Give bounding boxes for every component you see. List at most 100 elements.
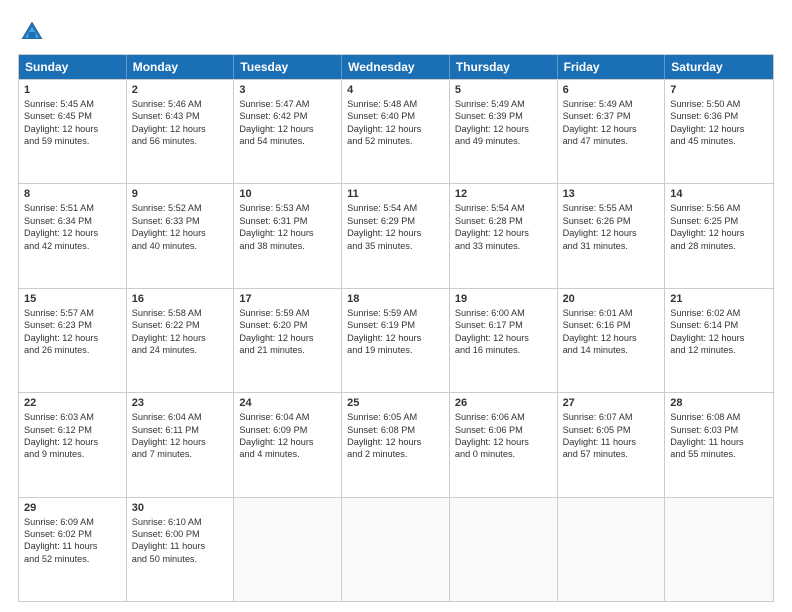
day-info: Sunrise: 5:53 AMSunset: 6:31 PMDaylight:… (239, 202, 336, 252)
day-info: Sunrise: 6:04 AMSunset: 6:11 PMDaylight:… (132, 411, 229, 461)
day-number: 5 (455, 84, 552, 96)
day-number: 17 (239, 293, 336, 305)
logo-icon (18, 18, 46, 46)
day-number: 8 (24, 188, 121, 200)
day-number: 16 (132, 293, 229, 305)
day-info: Sunrise: 6:03 AMSunset: 6:12 PMDaylight:… (24, 411, 121, 461)
day-cell-24: 24 Sunrise: 6:04 AMSunset: 6:09 PMDayligh… (234, 393, 342, 496)
day-info: Sunrise: 5:57 AMSunset: 6:23 PMDaylight:… (24, 307, 121, 357)
day-info: Sunrise: 5:58 AMSunset: 6:22 PMDaylight:… (132, 307, 229, 357)
day-info: Sunrise: 6:05 AMSunset: 6:08 PMDaylight:… (347, 411, 444, 461)
empty-cell (558, 498, 666, 601)
calendar-week-4: 22 Sunrise: 6:03 AMSunset: 6:12 PMDayligh… (19, 392, 773, 496)
day-number: 18 (347, 293, 444, 305)
calendar-week-5: 29 Sunrise: 6:09 AMSunset: 6:02 PMDayligh… (19, 497, 773, 601)
day-cell-19: 19 Sunrise: 6:00 AMSunset: 6:17 PMDayligh… (450, 289, 558, 392)
day-info: Sunrise: 6:08 AMSunset: 6:03 PMDaylight:… (670, 411, 768, 461)
calendar: SundayMondayTuesdayWednesdayThursdayFrid… (18, 54, 774, 602)
header-day-monday: Monday (127, 55, 235, 79)
day-cell-5: 5 Sunrise: 5:49 AMSunset: 6:39 PMDaylight… (450, 80, 558, 183)
day-info: Sunrise: 5:50 AMSunset: 6:36 PMDaylight:… (670, 98, 768, 148)
day-info: Sunrise: 5:55 AMSunset: 6:26 PMDaylight:… (563, 202, 660, 252)
header-day-thursday: Thursday (450, 55, 558, 79)
day-number: 19 (455, 293, 552, 305)
day-cell-3: 3 Sunrise: 5:47 AMSunset: 6:42 PMDaylight… (234, 80, 342, 183)
day-number: 1 (24, 84, 121, 96)
day-number: 25 (347, 397, 444, 409)
day-number: 20 (563, 293, 660, 305)
day-cell-21: 21 Sunrise: 6:02 AMSunset: 6:14 PMDayligh… (665, 289, 773, 392)
day-info: Sunrise: 5:48 AMSunset: 6:40 PMDaylight:… (347, 98, 444, 148)
header-day-wednesday: Wednesday (342, 55, 450, 79)
header-day-tuesday: Tuesday (234, 55, 342, 79)
day-number: 21 (670, 293, 768, 305)
day-number: 15 (24, 293, 121, 305)
calendar-body: 1 Sunrise: 5:45 AMSunset: 6:45 PMDaylight… (19, 79, 773, 601)
day-info: Sunrise: 5:45 AMSunset: 6:45 PMDaylight:… (24, 98, 121, 148)
header-day-sunday: Sunday (19, 55, 127, 79)
empty-cell (665, 498, 773, 601)
day-cell-18: 18 Sunrise: 5:59 AMSunset: 6:19 PMDayligh… (342, 289, 450, 392)
day-info: Sunrise: 6:04 AMSunset: 6:09 PMDaylight:… (239, 411, 336, 461)
day-cell-20: 20 Sunrise: 6:01 AMSunset: 6:16 PMDayligh… (558, 289, 666, 392)
day-number: 2 (132, 84, 229, 96)
day-number: 27 (563, 397, 660, 409)
day-number: 28 (670, 397, 768, 409)
logo (18, 18, 50, 46)
day-info: Sunrise: 5:49 AMSunset: 6:39 PMDaylight:… (455, 98, 552, 148)
calendar-week-2: 8 Sunrise: 5:51 AMSunset: 6:34 PMDaylight… (19, 183, 773, 287)
day-cell-13: 13 Sunrise: 5:55 AMSunset: 6:26 PMDayligh… (558, 184, 666, 287)
day-number: 9 (132, 188, 229, 200)
day-number: 6 (563, 84, 660, 96)
header-day-saturday: Saturday (665, 55, 773, 79)
day-number: 3 (239, 84, 336, 96)
day-cell-23: 23 Sunrise: 6:04 AMSunset: 6:11 PMDayligh… (127, 393, 235, 496)
day-cell-6: 6 Sunrise: 5:49 AMSunset: 6:37 PMDaylight… (558, 80, 666, 183)
day-info: Sunrise: 5:54 AMSunset: 6:29 PMDaylight:… (347, 202, 444, 252)
day-cell-29: 29 Sunrise: 6:09 AMSunset: 6:02 PMDayligh… (19, 498, 127, 601)
calendar-header: SundayMondayTuesdayWednesdayThursdayFrid… (19, 55, 773, 79)
day-info: Sunrise: 6:10 AMSunset: 6:00 PMDaylight:… (132, 516, 229, 566)
day-number: 22 (24, 397, 121, 409)
day-number: 30 (132, 502, 229, 514)
day-number: 23 (132, 397, 229, 409)
day-number: 24 (239, 397, 336, 409)
calendar-week-3: 15 Sunrise: 5:57 AMSunset: 6:23 PMDayligh… (19, 288, 773, 392)
day-cell-10: 10 Sunrise: 5:53 AMSunset: 6:31 PMDayligh… (234, 184, 342, 287)
empty-cell (234, 498, 342, 601)
day-number: 29 (24, 502, 121, 514)
day-info: Sunrise: 6:00 AMSunset: 6:17 PMDaylight:… (455, 307, 552, 357)
day-cell-15: 15 Sunrise: 5:57 AMSunset: 6:23 PMDayligh… (19, 289, 127, 392)
day-cell-12: 12Sunrise: 5:54 AMSunset: 6:28 PMDayligh… (450, 184, 558, 287)
day-cell-8: 8 Sunrise: 5:51 AMSunset: 6:34 PMDaylight… (19, 184, 127, 287)
empty-cell (342, 498, 450, 601)
day-cell-28: 28 Sunrise: 6:08 AMSunset: 6:03 PMDayligh… (665, 393, 773, 496)
day-number: 14 (670, 188, 768, 200)
day-info: Sunrise: 5:49 AMSunset: 6:37 PMDaylight:… (563, 98, 660, 148)
day-info: Sunrise: 5:54 AMSunset: 6:28 PMDaylight:… (455, 202, 552, 252)
day-cell-16: 16 Sunrise: 5:58 AMSunset: 6:22 PMDayligh… (127, 289, 235, 392)
calendar-week-1: 1 Sunrise: 5:45 AMSunset: 6:45 PMDaylight… (19, 79, 773, 183)
day-info: Sunrise: 6:09 AMSunset: 6:02 PMDaylight:… (24, 516, 121, 566)
day-info: Sunrise: 6:07 AMSunset: 6:05 PMDaylight:… (563, 411, 660, 461)
day-number: 26 (455, 397, 552, 409)
day-info: Sunrise: 5:47 AMSunset: 6:42 PMDaylight:… (239, 98, 336, 148)
day-info: Sunrise: 5:51 AMSunset: 6:34 PMDaylight:… (24, 202, 121, 252)
day-info: Sunrise: 5:59 AMSunset: 6:19 PMDaylight:… (347, 307, 444, 357)
day-info: Sunrise: 6:01 AMSunset: 6:16 PMDaylight:… (563, 307, 660, 357)
day-cell-17: 17 Sunrise: 5:59 AMSunset: 6:20 PMDayligh… (234, 289, 342, 392)
day-cell-30: 30 Sunrise: 6:10 AMSunset: 6:00 PMDayligh… (127, 498, 235, 601)
day-cell-25: 25 Sunrise: 6:05 AMSunset: 6:08 PMDayligh… (342, 393, 450, 496)
day-info: Sunrise: 5:52 AMSunset: 6:33 PMDaylight:… (132, 202, 229, 252)
empty-cell (450, 498, 558, 601)
day-number: 13 (563, 188, 660, 200)
day-number: 10 (239, 188, 336, 200)
day-info: Sunrise: 5:59 AMSunset: 6:20 PMDaylight:… (239, 307, 336, 357)
day-info: Sunrise: 6:02 AMSunset: 6:14 PMDaylight:… (670, 307, 768, 357)
day-number: 4 (347, 84, 444, 96)
day-info: Sunrise: 5:46 AMSunset: 6:43 PMDaylight:… (132, 98, 229, 148)
day-number: 11 (347, 188, 444, 200)
day-cell-22: 22 Sunrise: 6:03 AMSunset: 6:12 PMDayligh… (19, 393, 127, 496)
day-cell-11: 11 Sunrise: 5:54 AMSunset: 6:29 PMDayligh… (342, 184, 450, 287)
day-cell-1: 1 Sunrise: 5:45 AMSunset: 6:45 PMDaylight… (19, 80, 127, 183)
